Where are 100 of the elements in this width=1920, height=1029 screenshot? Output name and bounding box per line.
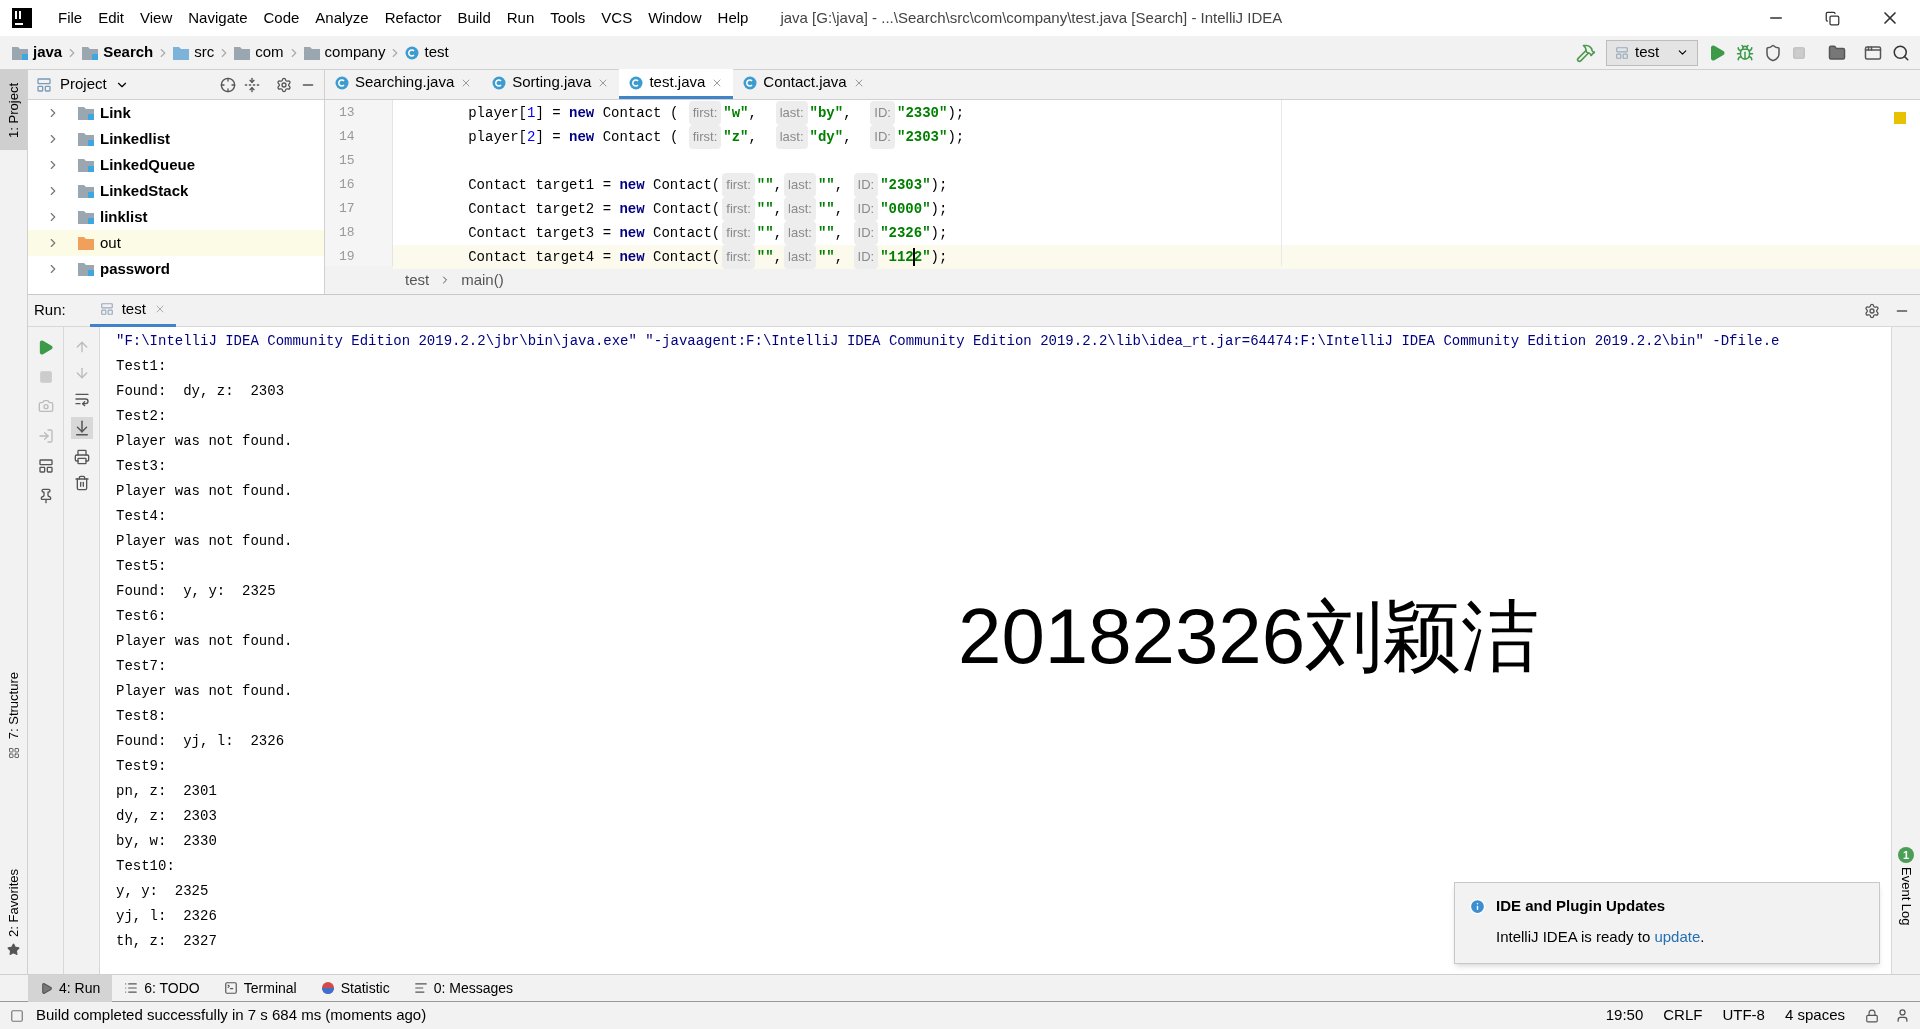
tree-item[interactable]: LinkedQueue (28, 152, 324, 178)
menu-item[interactable]: Build (449, 6, 499, 30)
project-structure-icon[interactable] (1828, 43, 1846, 62)
editor-tab[interactable]: Sorting.java (482, 69, 620, 99)
trash-icon[interactable] (73, 475, 90, 491)
console-line: Test3: (116, 457, 167, 476)
menu-item[interactable]: Analyze (307, 6, 377, 30)
menu-item[interactable]: Window (640, 6, 710, 30)
line-number: 18 (338, 224, 356, 242)
tool-window-tab[interactable]: Terminal (211, 974, 309, 1002)
console-line: Test5: (116, 557, 167, 576)
locate-icon[interactable] (220, 76, 236, 93)
tool-window-tab[interactable]: 0: Messages (401, 974, 526, 1002)
folder-icon (234, 45, 251, 60)
indent-setting[interactable]: 4 spaces (1784, 1004, 1845, 1027)
console-line: Player was not found. (116, 432, 293, 451)
info-icon (1469, 897, 1486, 915)
status-message: Build completed successfully in 7 s 684 ms (moments ago) (36, 1005, 427, 1026)
console-line: Found: y, y: 2325 (116, 582, 276, 601)
console-line: Test2: (116, 407, 167, 426)
run-config-dropdown[interactable]: test (1606, 39, 1698, 66)
tree-item[interactable]: linklist (28, 204, 324, 230)
search-icon[interactable] (1892, 43, 1910, 62)
folder-icon (78, 106, 94, 120)
menu-item[interactable]: Help (709, 6, 757, 30)
tree-item[interactable]: password (28, 256, 324, 282)
overlay-text: 20182326刘颖洁 (958, 597, 1540, 675)
breadcrumb[interactable]: src (173, 41, 215, 64)
collapse-icon[interactable] (244, 76, 260, 93)
editor-tab[interactable]: Contact.java (733, 69, 875, 99)
code-breadcrumb[interactable]: test (405, 268, 430, 292)
project-view-dropdown[interactable]: Project (60, 73, 107, 96)
console-line: Test7: (116, 657, 167, 676)
structure-stripe-tab[interactable]: 7: Structure (3, 671, 24, 740)
soft-wrap-icon[interactable] (73, 391, 90, 407)
line-number: 16 (338, 176, 356, 194)
breadcrumb[interactable]: test (405, 41, 449, 64)
menu-item[interactable]: Refactor (376, 6, 450, 30)
code-breadcrumb[interactable]: main() (461, 268, 504, 292)
tool-window-tab[interactable]: 6: TODO (112, 974, 212, 1002)
code-line: Contact target1 = new Contact( first: "", last: "", ID: "2303"); (401, 173, 948, 197)
tree-item[interactable]: Linkedlist (28, 126, 324, 152)
code-line: Contact target3 = new Contact( first: "", last: "", ID: "2326"); (401, 221, 948, 245)
console-line: Found: dy, z: 2303 (116, 382, 285, 401)
layout-icon[interactable] (37, 458, 54, 474)
status-toggle-icon[interactable] (10, 1008, 24, 1023)
editor-tab[interactable]: Searching.java (325, 69, 483, 99)
folder-icon (78, 210, 94, 224)
messages-icon (413, 981, 428, 995)
menu-item[interactable]: View (132, 6, 181, 30)
breadcrumb[interactable]: java (12, 41, 63, 64)
menu-item[interactable]: Navigate (180, 6, 256, 30)
print-icon[interactable] (73, 449, 90, 465)
line-number: 17 (338, 200, 356, 218)
caret-position[interactable]: 19:50 (1605, 1004, 1644, 1027)
tool-window-tab[interactable]: 4: Run (28, 974, 113, 1002)
favorites-stripe-tab[interactable]: 2: Favorites (3, 869, 24, 937)
console-line: y, y: 2325 (116, 882, 209, 901)
folder-icon (78, 262, 94, 276)
build-icon[interactable] (1576, 42, 1596, 63)
console-line: Player was not found. (116, 532, 293, 551)
menu-item[interactable]: Tools (542, 6, 594, 30)
breadcrumb[interactable]: Search (82, 41, 154, 64)
console-line: pn, z: 2301 (116, 782, 217, 801)
tree-item[interactable]: out (28, 230, 324, 256)
settings-icon[interactable] (1864, 302, 1880, 319)
folder-icon (78, 236, 94, 250)
restore-icon[interactable] (1825, 10, 1840, 26)
run-icon[interactable] (1708, 43, 1726, 62)
window-icon[interactable] (1864, 43, 1882, 62)
ball-icon (320, 981, 335, 995)
tree-item[interactable]: Link (28, 100, 324, 126)
encoding[interactable]: UTF-8 (1722, 1004, 1765, 1027)
editor-tab[interactable]: test.java (619, 69, 734, 99)
breadcrumb[interactable]: company (303, 41, 386, 64)
event-log-stripe-tab[interactable]: Event Log (1896, 867, 1916, 926)
tree-item[interactable]: LinkedStack (28, 178, 324, 204)
update-link[interactable]: update (1654, 925, 1701, 948)
notification-badge: 1 (1898, 847, 1914, 863)
folder-icon (78, 158, 94, 172)
console-line: Player was not found. (116, 482, 293, 501)
menu-item[interactable]: Code (255, 6, 308, 30)
console-line: th, z: 2327 (116, 932, 217, 951)
tool-window-tab[interactable]: Statistic (308, 974, 402, 1002)
project-stripe-tab[interactable]: 1: Project (0, 70, 27, 150)
settings-icon[interactable] (276, 76, 292, 93)
menu-item[interactable]: File (50, 6, 91, 30)
code-line: player[1] = new Contact ( first: "w", last: "by", ID: "2330"); (401, 101, 965, 125)
line-number: 15 (338, 152, 356, 170)
menu-item[interactable]: Run (498, 6, 543, 30)
menu-item[interactable]: Edit (90, 6, 133, 30)
star-icon (7, 943, 20, 956)
rerun-icon[interactable] (37, 339, 54, 356)
scroll-to-end-icon[interactable] (70, 417, 93, 439)
breadcrumb[interactable]: com (234, 41, 284, 64)
line-separator[interactable]: CRLF (1663, 1004, 1703, 1027)
lock-icon[interactable] (1865, 1008, 1879, 1023)
folder-icon (303, 45, 320, 60)
menu-item[interactable]: VCS (593, 6, 641, 30)
debug-icon[interactable] (1736, 43, 1754, 62)
